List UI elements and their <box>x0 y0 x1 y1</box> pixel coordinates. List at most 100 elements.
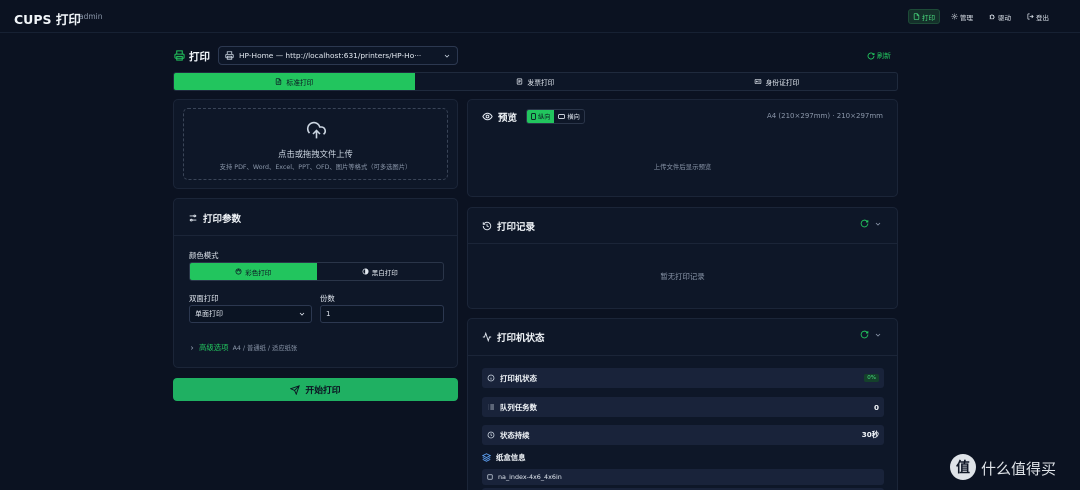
receipt-icon <box>516 78 523 85</box>
file-print-icon <box>913 13 920 20</box>
top-nav: 打印 管理 驱动 登出 <box>908 9 1054 24</box>
contrast-icon <box>362 268 369 275</box>
status-row: 打印机状态 0% <box>482 368 884 388</box>
color-option[interactable]: 彩色打印 <box>190 263 317 280</box>
tab-invoice-label: 发票打印 <box>527 78 555 87</box>
file-icon <box>275 78 282 85</box>
paper-trays-heading: 纸盒信息 <box>482 452 526 463</box>
upload-hint: 支持 PDF、Word、Excel、PPT、OFD、图片等格式（可多选图片） <box>219 164 412 171</box>
preview-card: 预览 纵向 横向 A4 (210×297mm) · 210×297mm 上传文件… <box>467 99 898 197</box>
sliders-icon <box>188 213 198 223</box>
paper-tray-name: na_index-4x6_4x6in <box>498 473 562 481</box>
refresh-icon <box>867 52 875 60</box>
advanced-options-label: 高级选项 <box>199 343 229 352</box>
chevron-down-icon <box>443 52 451 60</box>
id-card-icon <box>754 78 762 85</box>
refresh-icon[interactable] <box>860 330 869 339</box>
landscape-icon <box>558 114 566 119</box>
grayscale-option[interactable]: 黑白打印 <box>317 263 444 280</box>
logout-icon <box>1027 13 1034 20</box>
clock-icon <box>487 431 495 439</box>
tab-invoice[interactable]: 发票打印 <box>415 73 656 90</box>
nav-manage[interactable]: 管理 <box>946 9 978 24</box>
nav-manage-label: 管理 <box>960 13 973 22</box>
landscape-label: 横向 <box>567 114 580 121</box>
nav-drivers-label: 驱动 <box>998 13 1011 22</box>
history-empty-text: 暂无打印记录 <box>660 272 705 281</box>
status-row: 状态持续 30秒 <box>482 425 884 445</box>
nav-print-label: 打印 <box>922 13 935 22</box>
eye-icon <box>482 111 493 122</box>
gear-icon <box>951 13 958 20</box>
printer-icon <box>225 51 234 60</box>
print-mode-tabs: 标准打印 发票打印 身份证打印 <box>173 72 898 91</box>
tab-standard-label: 标准打印 <box>286 78 314 87</box>
printer-icon <box>174 50 185 61</box>
color-option-label: 彩色打印 <box>245 268 272 277</box>
watermark-logo: 值 <box>950 454 976 480</box>
nav-drivers[interactable]: 驱动 <box>984 9 1016 24</box>
status-row-label: 打印机状态 <box>500 373 537 383</box>
current-user: admin <box>79 12 103 21</box>
advanced-options-summary: A4 / 普通纸 / 适应纸张 <box>232 345 298 352</box>
duplex-value: 单面打印 <box>195 310 223 318</box>
layers-icon <box>482 453 491 462</box>
divider <box>468 243 897 244</box>
chevron-right-icon <box>189 345 195 351</box>
params-header: 打印参数 <box>174 211 457 225</box>
params-title: 打印参数 <box>203 214 242 225</box>
refresh-icon[interactable] <box>860 219 869 228</box>
status-header: 打印机状态 <box>468 330 897 344</box>
puzzle-icon <box>989 13 996 20</box>
status-row-label: 队列任务数 <box>500 402 537 412</box>
preview-empty-text: 上传文件后显示预览 <box>653 163 712 171</box>
landscape-option[interactable]: 横向 <box>554 110 583 123</box>
divider <box>468 355 897 356</box>
print-history-card: 打印记录 暂无打印记录 <box>467 207 898 309</box>
activity-icon <box>482 332 492 342</box>
advanced-options-toggle[interactable]: 高级选项 A4 / 普通纸 / 适应纸张 <box>189 342 297 353</box>
portrait-label: 纵向 <box>538 114 551 121</box>
status-row-value: 30秒 <box>861 430 879 439</box>
tab-standard[interactable]: 标准打印 <box>174 73 415 90</box>
color-mode-label: 颜色模式 <box>189 251 219 260</box>
upload-title: 点击或拖拽文件上传 <box>278 149 353 159</box>
chevron-down-icon[interactable] <box>874 220 882 228</box>
status-tools <box>860 330 882 339</box>
history-tools <box>860 219 882 228</box>
status-row-value: 0 <box>873 402 879 412</box>
paper-tray-item: na_index-4x6_4x6in <box>482 469 884 485</box>
preview-title: 预览 <box>498 112 518 124</box>
nav-print[interactable]: 打印 <box>908 9 940 24</box>
watermark-text: 什么值得买 <box>981 460 1057 478</box>
file-dropzone[interactable]: 点击或拖拽文件上传 支持 PDF、Word、Excel、PPT、OFD、图片等格… <box>183 108 448 180</box>
chevron-down-icon <box>298 310 306 318</box>
printer-status-card: 打印机状态 打印机状态 0% 队列任务数 0 状态持续 30秒 纸盒信息 na_… <box>467 318 898 490</box>
copies-input[interactable]: 1 <box>320 305 444 323</box>
printer-select[interactable]: HP-Home — http://localhost:631/printers/… <box>218 46 458 65</box>
status-row: 队列任务数 0 <box>482 397 884 417</box>
status-title: 打印机状态 <box>497 333 545 344</box>
history-title: 打印记录 <box>497 222 536 233</box>
palette-icon <box>235 268 242 275</box>
status-badge: 0% <box>864 374 879 382</box>
chevron-down-icon[interactable] <box>874 331 882 339</box>
nav-logout[interactable]: 登出 <box>1022 9 1054 24</box>
copies-label: 份数 <box>320 294 335 303</box>
start-print-button[interactable]: 开始打印 <box>173 378 458 401</box>
upload-card: 点击或拖拽文件上传 支持 PDF、Word、Excel、PPT、OFD、图片等格… <box>173 99 458 189</box>
page-title: 打印 <box>189 51 210 63</box>
nav-logout-label: 登出 <box>1036 13 1049 22</box>
square-icon <box>487 474 493 480</box>
portrait-option[interactable]: 纵向 <box>527 110 555 123</box>
divider <box>174 235 457 236</box>
grayscale-option-label: 黑白打印 <box>371 268 398 277</box>
start-print-label: 开始打印 <box>305 386 341 396</box>
printer-select-value: HP-Home — http://localhost:631/printers/… <box>239 51 422 60</box>
tab-id-card[interactable]: 身份证打印 <box>656 73 897 90</box>
print-params-card: 打印参数 颜色模式 彩色打印 黑白打印 双面打印 单面打印 份数 1 高级选项 … <box>173 198 458 368</box>
app-title: CUPS 打印 <box>14 12 81 27</box>
refresh-button[interactable]: 刷新 <box>867 51 891 61</box>
color-mode-toggle: 彩色打印 黑白打印 <box>189 262 444 281</box>
duplex-select[interactable]: 单面打印 <box>189 305 312 323</box>
